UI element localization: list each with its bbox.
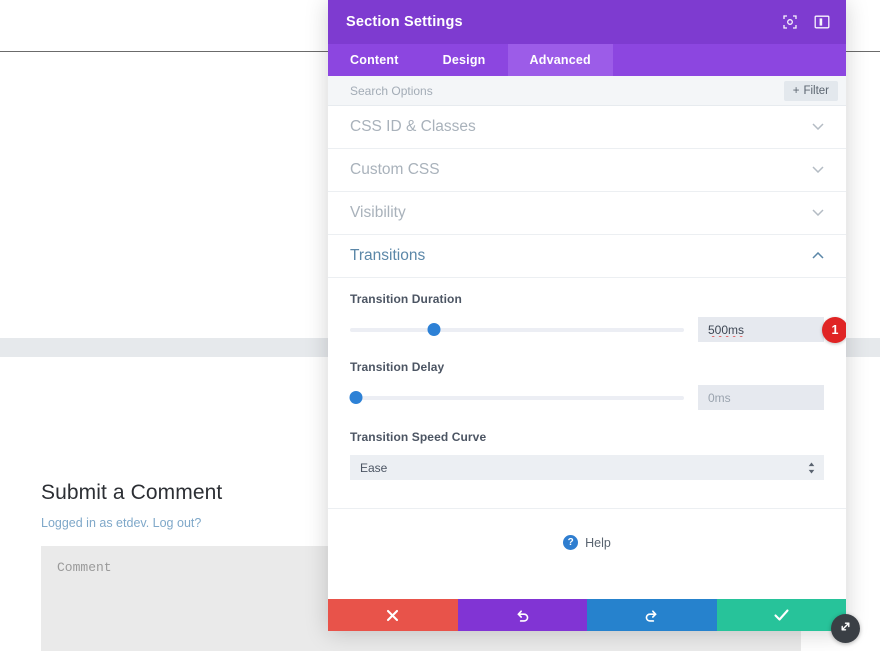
search-bar: + Filter bbox=[328, 76, 846, 106]
field-transition-delay: Transition Delay bbox=[350, 360, 824, 410]
accordion-label: Custom CSS bbox=[350, 161, 812, 179]
accordion-label: Transitions bbox=[350, 247, 812, 265]
search-input[interactable] bbox=[350, 84, 784, 98]
question-mark-icon: ? bbox=[563, 535, 578, 550]
transition-duration-slider[interactable] bbox=[350, 321, 684, 339]
tab-content[interactable]: Content bbox=[328, 44, 421, 76]
transition-duration-label: Transition Duration bbox=[350, 292, 824, 306]
chevron-up-icon bbox=[812, 251, 824, 262]
modal-footer bbox=[328, 599, 846, 631]
accordion-transitions[interactable]: Transitions bbox=[328, 235, 846, 278]
redo-arrow-icon bbox=[644, 608, 659, 623]
accordion-visibility[interactable]: Visibility bbox=[328, 192, 846, 235]
filter-button[interactable]: + Filter bbox=[784, 81, 838, 101]
transitions-panel: Transition Duration 1 Transition Delay bbox=[328, 278, 846, 509]
chevron-down-icon bbox=[812, 122, 824, 133]
slider-thumb[interactable] bbox=[427, 323, 440, 336]
transition-speed-curve-select-wrap: Ease bbox=[350, 455, 824, 480]
tab-design[interactable]: Design bbox=[421, 44, 508, 76]
panel-layout-icon[interactable] bbox=[814, 14, 830, 30]
transition-speed-curve-label: Transition Speed Curve bbox=[350, 430, 824, 444]
cancel-button[interactable] bbox=[328, 599, 458, 631]
modal-header-actions bbox=[782, 14, 830, 30]
accordion-label: CSS ID & Classes bbox=[350, 118, 812, 136]
slider-track bbox=[350, 328, 684, 332]
transition-duration-row: 1 bbox=[350, 317, 824, 342]
chevron-down-icon bbox=[812, 165, 824, 176]
filter-button-label: Filter bbox=[803, 85, 829, 97]
transition-delay-row bbox=[350, 385, 824, 410]
undo-arrow-icon bbox=[515, 608, 530, 623]
resize-handle[interactable] bbox=[831, 614, 860, 643]
annotation-badge-1: 1 bbox=[822, 317, 846, 343]
accordion-css-id-classes[interactable]: CSS ID & Classes bbox=[328, 106, 846, 149]
focus-target-icon[interactable] bbox=[782, 14, 798, 30]
modal-tabs: Content Design Advanced bbox=[328, 44, 846, 76]
tab-advanced[interactable]: Advanced bbox=[508, 44, 613, 76]
transition-duration-input[interactable] bbox=[698, 317, 824, 342]
plus-icon: + bbox=[793, 85, 800, 97]
transition-speed-curve-select[interactable]: Ease bbox=[350, 455, 824, 480]
help-link[interactable]: ? Help bbox=[328, 509, 846, 550]
transition-delay-label: Transition Delay bbox=[350, 360, 824, 374]
modal-title: Section Settings bbox=[346, 14, 782, 30]
chevron-down-icon bbox=[812, 208, 824, 219]
modal-header: Section Settings bbox=[328, 0, 846, 44]
checkmark-icon bbox=[774, 609, 789, 622]
redo-button[interactable] bbox=[587, 599, 717, 631]
undo-button[interactable] bbox=[458, 599, 588, 631]
accordion-custom-css[interactable]: Custom CSS bbox=[328, 149, 846, 192]
modal-body[interactable]: CSS ID & Classes Custom CSS Visibility T… bbox=[328, 106, 846, 599]
field-transition-duration: Transition Duration 1 bbox=[350, 292, 824, 342]
section-settings-modal: Section Settings Content D bbox=[328, 0, 846, 631]
slider-track bbox=[350, 396, 684, 400]
help-label: Help bbox=[585, 536, 611, 550]
close-x-icon bbox=[386, 609, 399, 622]
slider-thumb[interactable] bbox=[350, 391, 363, 404]
transition-delay-slider[interactable] bbox=[350, 389, 684, 407]
field-transition-speed-curve: Transition Speed Curve Ease bbox=[350, 430, 824, 480]
diagonal-resize-icon bbox=[838, 619, 853, 639]
save-button[interactable] bbox=[717, 599, 847, 631]
transition-delay-input[interactable] bbox=[698, 385, 824, 410]
accordion-label: Visibility bbox=[350, 204, 812, 222]
transition-speed-curve-value: Ease bbox=[360, 461, 387, 475]
screen: Submit a Comment Logged in as etdev. Log… bbox=[0, 0, 880, 651]
